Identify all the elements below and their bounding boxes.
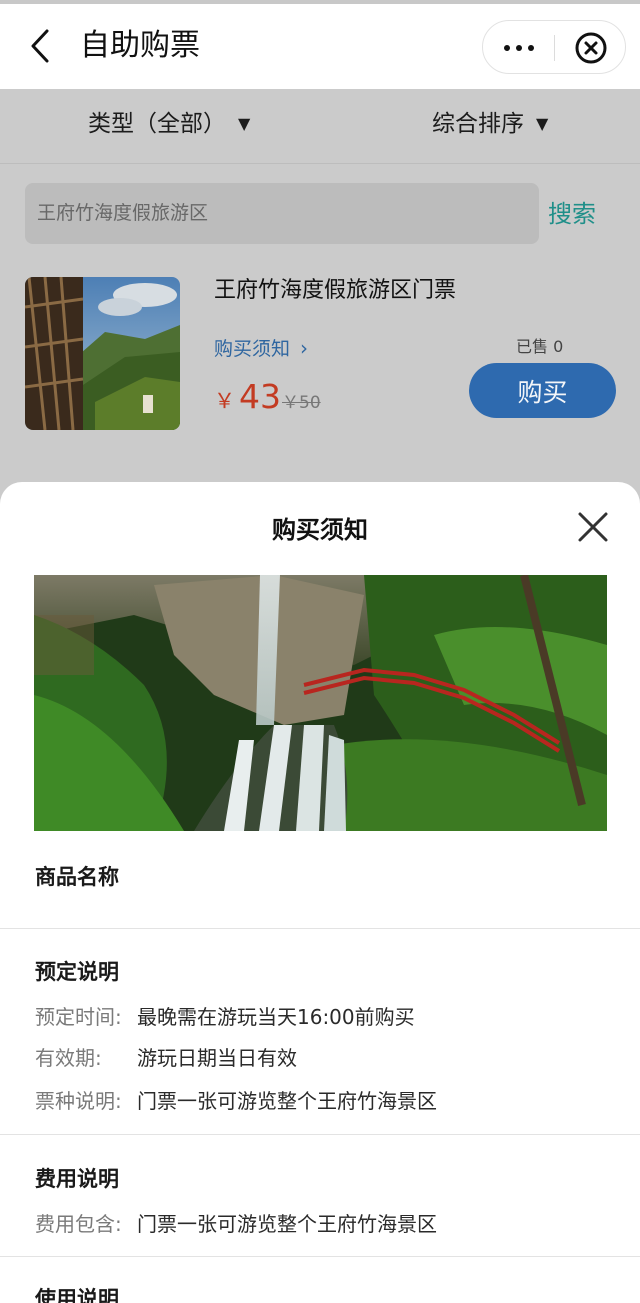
row-value: 门票一张可游览整个王府竹海景区 bbox=[137, 1212, 437, 1236]
search-input-value: 王府竹海度假旅游区 bbox=[37, 202, 209, 224]
booking-row-ticket-type: 票种说明: 门票一张可游览整个王府竹海景区 bbox=[35, 1086, 437, 1116]
sheet-title: 购买须知 bbox=[272, 516, 368, 544]
row-key: 票种说明: bbox=[35, 1089, 122, 1113]
type-filter[interactable]: 类型（全部） ▼ bbox=[88, 107, 250, 143]
more-dots-icon bbox=[504, 45, 510, 51]
purchase-notice-sheet: 购买须知 商品名称 预定说明 预定时间: 最晚需在游玩当天16:00前购买 有效… bbox=[0, 482, 640, 1303]
fees-section-title: 费用说明 bbox=[35, 1167, 119, 1191]
booking-section-title: 预定说明 bbox=[35, 960, 119, 984]
search-button[interactable]: 搜索 bbox=[548, 197, 596, 231]
close-circle-icon bbox=[575, 32, 607, 64]
divider bbox=[0, 1256, 640, 1257]
row-key: 费用包含: bbox=[35, 1212, 122, 1236]
type-filter-label: 类型（全部） bbox=[88, 111, 226, 137]
exit-button[interactable] bbox=[555, 21, 627, 75]
search-input[interactable]: 王府竹海度假旅游区 bbox=[25, 183, 539, 244]
usage-section-title: 使用说明 bbox=[35, 1287, 119, 1303]
product-thumbnail[interactable] bbox=[25, 277, 180, 430]
original-price: ￥50 bbox=[282, 393, 321, 413]
purchase-notice-link[interactable]: 购买须知 › bbox=[214, 334, 308, 363]
sort-filter[interactable]: 综合排序 ▼ bbox=[432, 107, 548, 143]
back-button[interactable] bbox=[22, 24, 58, 68]
sale-price: ￥ 43 bbox=[214, 375, 281, 425]
booking-row-time: 预定时间: 最晚需在游玩当天16:00前购买 bbox=[35, 1002, 415, 1032]
divider bbox=[0, 1134, 640, 1135]
page-title: 自助购票 bbox=[80, 28, 200, 63]
fees-row-included: 费用包含: 门票一张可游览整个王府竹海景区 bbox=[35, 1209, 437, 1239]
purchase-notice-label: 购买须知 bbox=[214, 338, 291, 360]
caret-down-icon: ▼ bbox=[238, 114, 251, 133]
divider bbox=[0, 928, 640, 929]
sort-filter-label: 综合排序 bbox=[432, 111, 524, 137]
price-value: 43 bbox=[239, 377, 281, 416]
row-value: 游玩日期当日有效 bbox=[137, 1046, 297, 1070]
chevron-right-icon: › bbox=[300, 336, 309, 360]
row-key: 有效期: bbox=[35, 1046, 102, 1070]
nav-bar: 自助购票 bbox=[0, 4, 640, 89]
chevron-left-icon bbox=[31, 29, 49, 63]
sheet-close-button[interactable] bbox=[574, 508, 612, 546]
caret-down-icon: ▼ bbox=[536, 114, 549, 133]
row-value: 门票一张可游览整个王府竹海景区 bbox=[137, 1089, 437, 1113]
scenic-waterfall-image bbox=[34, 575, 607, 831]
filter-bar: 类型（全部） ▼ 综合排序 ▼ bbox=[0, 89, 640, 164]
currency-symbol: ￥ bbox=[214, 389, 235, 413]
row-key: 预定时间: bbox=[35, 1005, 122, 1029]
mini-program-capsule bbox=[482, 20, 626, 74]
row-value: 最晚需在游玩当天16:00前购买 bbox=[137, 1005, 415, 1029]
ticket-list-page: 类型（全部） ▼ 综合排序 ▼ 王府竹海度假旅游区 搜索 王府竹海度假旅游区门票… bbox=[0, 89, 640, 509]
buy-button[interactable]: 购买 bbox=[469, 363, 616, 418]
sold-count: 已售 0 bbox=[516, 337, 564, 356]
product-name-section-title: 商品名称 bbox=[35, 865, 119, 889]
landscape-image bbox=[25, 277, 180, 430]
product-name[interactable]: 王府竹海度假旅游区门票 bbox=[214, 275, 456, 307]
booking-row-validity: 有效期: 游玩日期当日有效 bbox=[35, 1043, 297, 1073]
more-button[interactable] bbox=[483, 21, 555, 75]
close-icon bbox=[578, 512, 608, 542]
